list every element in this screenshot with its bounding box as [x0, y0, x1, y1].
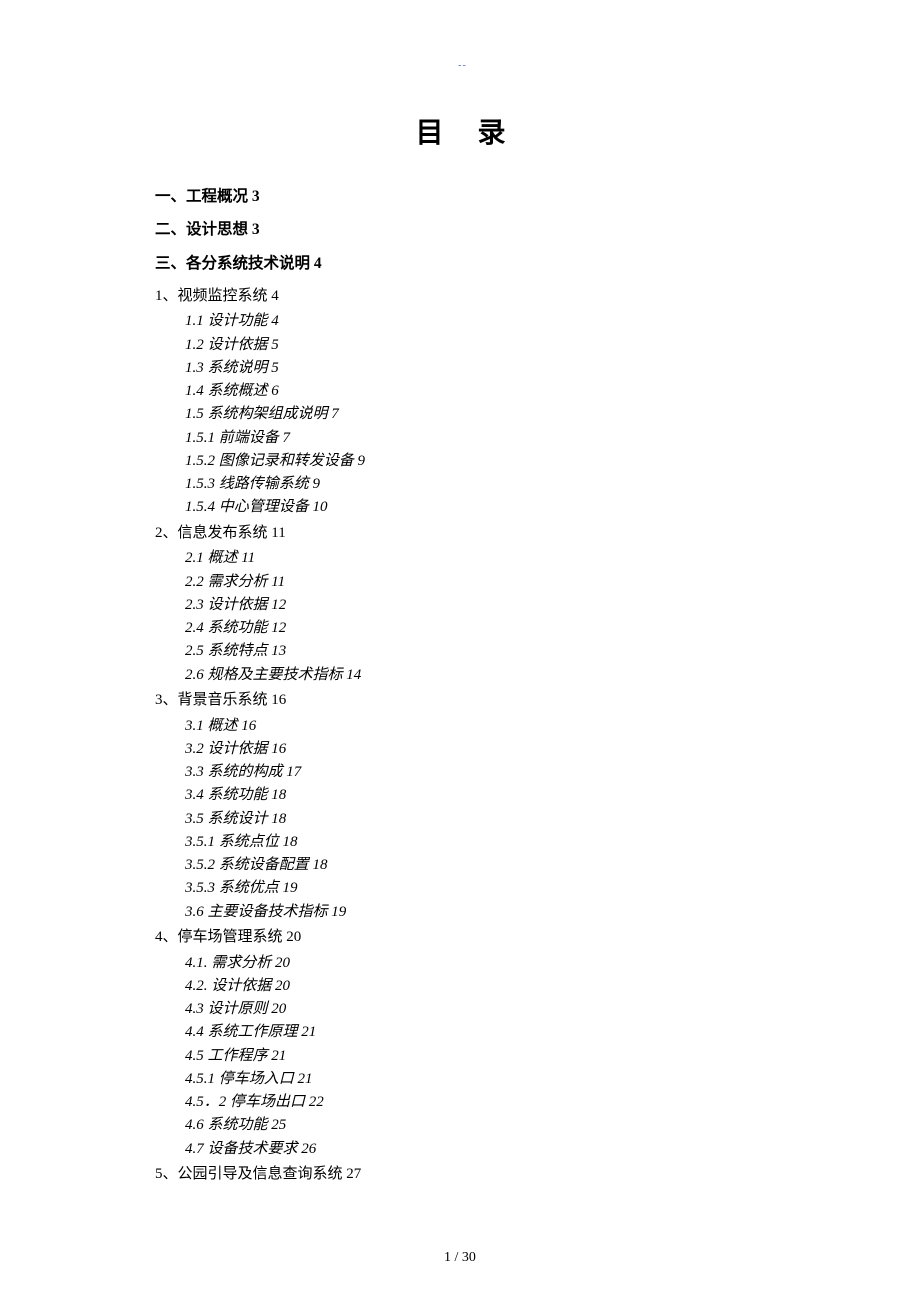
- toc-entry: 1、视频监控系统 4: [155, 285, 770, 309]
- header-mark: --: [155, 60, 770, 71]
- table-of-contents: 一、工程概况 3二、设计思想 3三、各分系统技术说明 41、视频监控系统 41.…: [155, 185, 770, 1186]
- toc-entry: 3.1 概述 16: [155, 715, 770, 738]
- toc-entry: 5、公园引导及信息查询系统 27: [155, 1163, 770, 1187]
- toc-entry: 3.2 设计依据 16: [155, 738, 770, 761]
- toc-entry: 1.4 系统概述 6: [155, 380, 770, 403]
- toc-entry: 1.5.1 前端设备 7: [155, 427, 770, 450]
- toc-entry: 4.5 工作程序 21: [155, 1045, 770, 1068]
- toc-entry: 3.5.2 系统设备配置 18: [155, 854, 770, 877]
- page-title: 目录: [155, 111, 770, 151]
- toc-entry: 二、设计思想 3: [155, 218, 770, 241]
- toc-entry: 1.1 设计功能 4: [155, 310, 770, 333]
- toc-entry: 3.4 系统功能 18: [155, 784, 770, 807]
- toc-entry: 1.5.4 中心管理设备 10: [155, 496, 770, 519]
- toc-entry: 1.5.3 线路传输系统 9: [155, 473, 770, 496]
- toc-entry: 4、停车场管理系统 20: [155, 926, 770, 950]
- toc-entry: 3.5.1 系统点位 18: [155, 831, 770, 854]
- toc-entry: 4.3 设计原则 20: [155, 998, 770, 1021]
- toc-entry: 4.2. 设计依据 20: [155, 975, 770, 998]
- toc-entry: 一、工程概况 3: [155, 185, 770, 208]
- toc-entry: 1.5.2 图像记录和转发设备 9: [155, 450, 770, 473]
- toc-entry: 4.5.1 停车场入口 21: [155, 1068, 770, 1091]
- toc-entry: 4.1. 需求分析 20: [155, 952, 770, 975]
- toc-entry: 3.5 系统设计 18: [155, 808, 770, 831]
- toc-entry: 4.7 设备技术要求 26: [155, 1138, 770, 1161]
- document-page: -- 目录 一、工程概况 3 二、设计思想 3 三、各分系统技术说明 4 1、视频监控…: [0, 0, 920, 1186]
- toc-entry: 2.4 系统功能 12: [155, 617, 770, 640]
- toc-entry: 4.4 系统工作原理 21: [155, 1021, 770, 1044]
- toc-entry: 1.2 设计依据 5: [155, 334, 770, 357]
- toc-entry: 1.3 系统说明 5: [155, 357, 770, 380]
- toc-entry: 三、各分系统技术说明 4: [155, 252, 770, 275]
- toc-entry: 3、背景音乐系统 16: [155, 689, 770, 713]
- toc-entry: 4.5．2 停车场出口 22: [155, 1091, 770, 1114]
- toc-entry: 2、信息发布系统 11: [155, 522, 770, 546]
- toc-entry: 2.6 规格及主要技术指标 14: [155, 664, 770, 687]
- toc-entry: 2.3 设计依据 12: [155, 594, 770, 617]
- toc-entry: 2.1 概述 11: [155, 547, 770, 570]
- toc-entry: 3.3 系统的构成 17: [155, 761, 770, 784]
- toc-entry: 4.6 系统功能 25: [155, 1114, 770, 1137]
- toc-entry: 1.5 系统构架组成说明 7: [155, 403, 770, 426]
- toc-entry: 3.5.3 系统优点 19: [155, 877, 770, 900]
- page-footer: 1 / 30: [0, 1250, 920, 1266]
- toc-entry: 2.2 需求分析 11: [155, 571, 770, 594]
- toc-entry: 3.6 主要设备技术指标 19: [155, 901, 770, 924]
- toc-entry: 2.5 系统特点 13: [155, 640, 770, 663]
